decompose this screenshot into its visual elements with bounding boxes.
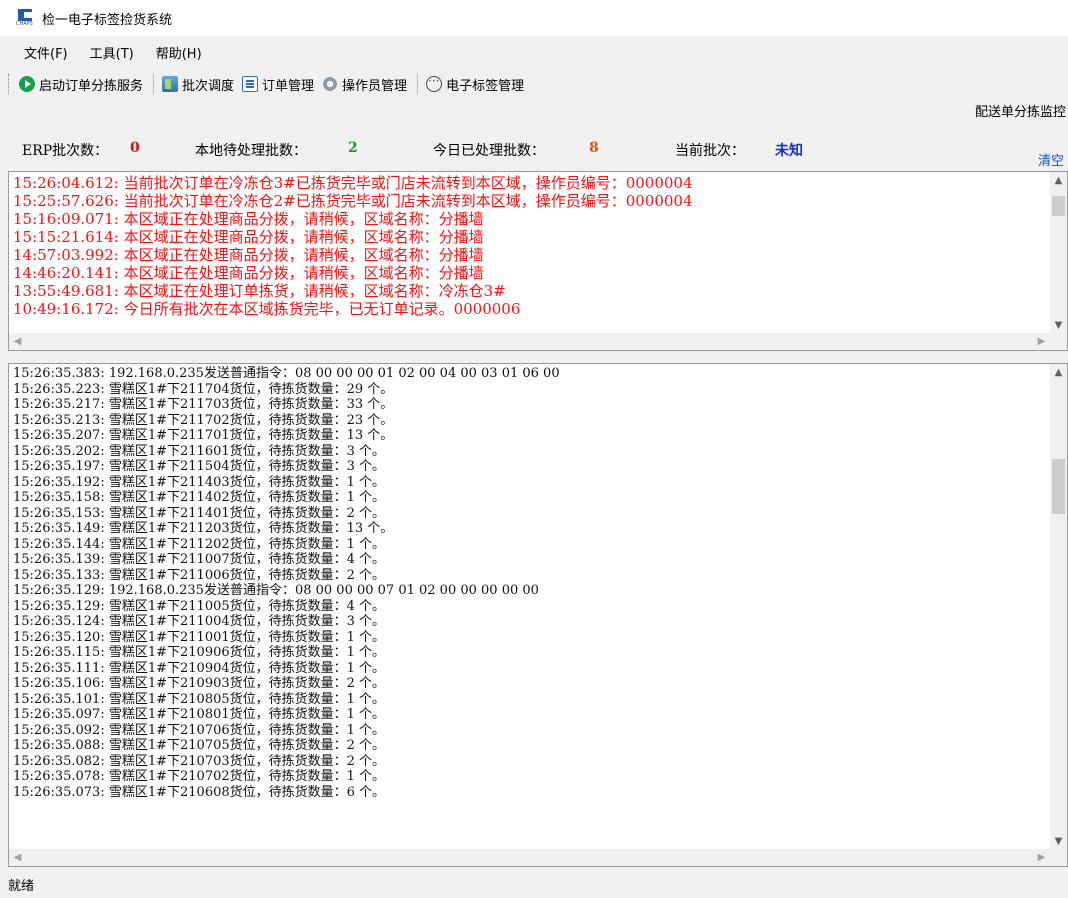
tag-management-button[interactable]: 电子标签管理: [426, 74, 525, 94]
scroll-down-icon[interactable]: ▼: [1050, 833, 1067, 850]
log-line: 15:26:35.106: 雪糕区1#下210903货位，待拣货数量：2 个。: [13, 676, 386, 691]
log-line: 15:26:35.092: 雪糕区1#下210706货位，待拣货数量：1 个。: [13, 722, 386, 738]
batch-icon: [162, 76, 179, 92]
log-line: 15:26:35.213: 雪糕区1#下211702货位，待拣货数量：23 个。: [13, 412, 394, 428]
detail-log-box[interactable]: 15:26:35.383: 192.168.0.235发送普通指令：08 00 …: [8, 363, 1068, 867]
order-management-label: 订单管理: [262, 78, 315, 94]
log-line: 15:26:35.129: 雪糕区1#下211005货位，待拣货数量：4 个。: [13, 598, 386, 614]
log-line: 15:26:35.088: 雪糕区1#下210705货位，待拣货数量：2 个。: [13, 738, 386, 753]
operator-management-button[interactable]: 操作员管理: [322, 75, 407, 94]
clear-link[interactable]: 清空: [1038, 150, 1064, 169]
toolbar-separator: [153, 74, 155, 94]
window-title: 检一电子标签捡货系统: [42, 12, 173, 28]
log-line: 15:26:35.144: 雪糕区1#下211202货位，待拣货数量：1 个。: [13, 536, 386, 552]
gear-icon: [322, 76, 339, 92]
log-line: 15:26:35.115: 雪糕区1#下210906货位，待拣货数量：1 个。: [13, 645, 386, 660]
today-processed-label: 今日已处理批数：: [433, 143, 545, 159]
more-circle-icon: [426, 74, 443, 92]
document-list-icon: [242, 76, 259, 92]
menu-help[interactable]: 帮助(H): [156, 43, 202, 62]
app-logo-icon: CHAPS: [16, 9, 34, 27]
log-line: 15:15:21.614: 本区域正在处理商品分拨，请稍候，区域名称：分播墙: [13, 228, 484, 246]
log-line: 15:16:09.071: 本区域正在处理商品分拨，请稍候，区域名称：分播墙: [13, 210, 484, 228]
log-line: 15:26:35.197: 雪糕区1#下211504货位，待拣货数量：3 个。: [13, 459, 386, 474]
log-line: 15:26:35.139: 雪糕区1#下211007货位，待拣货数量：4 个。: [13, 552, 386, 567]
log-line: 15:26:35.111: 雪糕区1#下210904货位，待拣货数量：1 个。: [13, 660, 386, 676]
log-line: 15:26:35.202: 雪糕区1#下211601货位，待拣货数量：3 个。: [13, 443, 386, 459]
log-line: 15:26:35.124: 雪糕区1#下211004货位，待拣货数量：3 个。: [13, 614, 386, 629]
status-bar: 就绪: [8, 879, 35, 894]
alert-log-hscrollbar[interactable]: ◀ ▶: [9, 333, 1067, 350]
toolbar-grip[interactable]: [8, 74, 11, 94]
log-line: 15:26:35.097: 雪糕区1#下210801货位，待拣货数量：1 个。: [13, 707, 386, 722]
scroll-thumb[interactable]: [1052, 459, 1065, 514]
log-line: 15:26:35.383: 192.168.0.235发送普通指令：08 00 …: [13, 366, 560, 381]
local-pending-label: 本地待处理批数：: [195, 143, 307, 159]
log-line: 15:26:35.101: 雪糕区1#下210805货位，待拣货数量：1 个。: [13, 691, 386, 707]
log-line: 15:26:35.158: 雪糕区1#下211402货位，待拣货数量：1 个。: [13, 490, 386, 505]
detail-log-lines: 15:26:35.383: 192.168.0.235发送普通指令：08 00 …: [13, 366, 1049, 800]
alert-log-lines: 15:26:04.612: 当前批次订单在冷冻仓3#已拣货完毕或门店未流转到本区…: [13, 174, 1049, 318]
scroll-up-icon[interactable]: ▲: [1050, 364, 1067, 381]
log-line: 15:26:35.073: 雪糕区1#下210608货位，待拣货数量：6 个。: [13, 784, 386, 800]
menu-bar: 文件(F) 工具(T) 帮助(H): [0, 36, 1068, 68]
scroll-down-icon[interactable]: ▼: [1050, 317, 1067, 334]
log-line: 15:26:35.082: 雪糕区1#下210703货位，待拣货数量：2 个。: [13, 753, 386, 769]
log-line: 15:26:35.192: 雪糕区1#下211403货位，待拣货数量：1 个。: [13, 474, 386, 490]
log-line: 14:57:03.992: 本区域正在处理商品分拨，请稍候，区域名称：分播墙: [13, 246, 484, 264]
stats-bar: ERP批次数： 0 本地待处理批数： 2 今日已处理批数： 8 当前批次： 未知…: [0, 132, 1068, 169]
menu-file[interactable]: 文件(F): [24, 43, 68, 62]
start-service-label: 启动订单分拣服务: [39, 78, 144, 94]
batch-dispatch-label: 批次调度: [182, 78, 235, 94]
play-icon: [19, 76, 35, 92]
log-line: 15:26:04.612: 当前批次订单在冷冻仓3#已拣货完毕或门店未流转到本区…: [13, 174, 693, 192]
alert-log-box[interactable]: 15:26:04.612: 当前批次订单在冷冻仓3#已拣货完毕或门店未流转到本区…: [8, 171, 1068, 351]
current-batch-value: 未知: [775, 143, 803, 159]
scroll-right-icon[interactable]: ▶: [1033, 849, 1050, 866]
menu-tools[interactable]: 工具(T): [90, 43, 134, 62]
log-line: 15:26:35.207: 雪糕区1#下211701货位，待拣货数量：13 个。: [13, 428, 394, 443]
log-line: 15:26:35.149: 雪糕区1#下211203货位，待拣货数量：13 个。: [13, 521, 394, 536]
log-line: 15:25:57.626: 当前批次订单在冷冻仓2#已拣货完毕或门店未流转到本区…: [13, 192, 693, 210]
alert-log-vscrollbar[interactable]: ▲ ▼: [1050, 172, 1067, 334]
log-line: 15:26:35.078: 雪糕区1#下210702货位，待拣货数量：1 个。: [13, 769, 386, 784]
toolbar-separator: [417, 74, 419, 94]
log-line: 13:55:49.681: 本区域正在处理订单拣货，请稍候，区域名称：冷冻仓3#: [13, 282, 506, 300]
log-line: 15:26:35.223: 雪糕区1#下211704货位，待拣货数量：29 个。: [13, 381, 394, 397]
scroll-up-icon[interactable]: ▲: [1050, 172, 1067, 189]
local-pending-value: 2: [348, 140, 358, 156]
log-line: 15:26:35.129: 192.168.0.235发送普通指令：08 00 …: [13, 583, 539, 598]
log-line: 15:26:35.133: 雪糕区1#下211006货位，待拣货数量：2 个。: [13, 567, 386, 583]
today-processed-value: 8: [589, 140, 599, 156]
log-line: 15:26:35.153: 雪糕区1#下211401货位，待拣货数量：2 个。: [13, 505, 386, 521]
toolbar: 启动订单分拣服务 批次调度 订单管理 操作员管理 电子标签管理: [0, 68, 1068, 100]
tag-management-label: 电子标签管理: [446, 78, 525, 94]
log-line: 10:49:16.172: 今日所有批次在本区域拣货完毕，已无订单记录。0000…: [13, 300, 521, 318]
log-line: 14:46:20.141: 本区域正在处理商品分拨，请稍候，区域名称：分播墙: [13, 264, 484, 282]
order-management-button[interactable]: 订单管理: [242, 75, 314, 94]
operator-management-label: 操作员管理: [342, 78, 408, 94]
scroll-right-icon[interactable]: ▶: [1033, 333, 1050, 350]
detail-log-hscrollbar[interactable]: ◀ ▶: [9, 849, 1067, 866]
scroll-left-icon[interactable]: ◀: [9, 333, 26, 350]
panel-title: 配送单分拣监控: [974, 105, 1066, 120]
scroll-thumb[interactable]: [1052, 196, 1065, 216]
scroll-left-icon[interactable]: ◀: [9, 849, 26, 866]
title-bar: CHAPS 检一电子标签捡货系统: [0, 0, 1068, 36]
start-service-button[interactable]: 启动订单分拣服务: [19, 75, 143, 94]
erp-batch-value: 0: [130, 140, 140, 156]
erp-batch-label: ERP批次数：: [22, 143, 109, 159]
batch-dispatch-button[interactable]: 批次调度: [162, 75, 234, 94]
current-batch-label: 当前批次：: [675, 143, 745, 159]
detail-log-vscrollbar[interactable]: ▲ ▼: [1050, 364, 1067, 850]
log-line: 15:26:35.120: 雪糕区1#下211001货位，待拣货数量：1 个。: [13, 629, 386, 645]
log-line: 15:26:35.217: 雪糕区1#下211703货位，待拣货数量：33 个。: [13, 397, 394, 412]
